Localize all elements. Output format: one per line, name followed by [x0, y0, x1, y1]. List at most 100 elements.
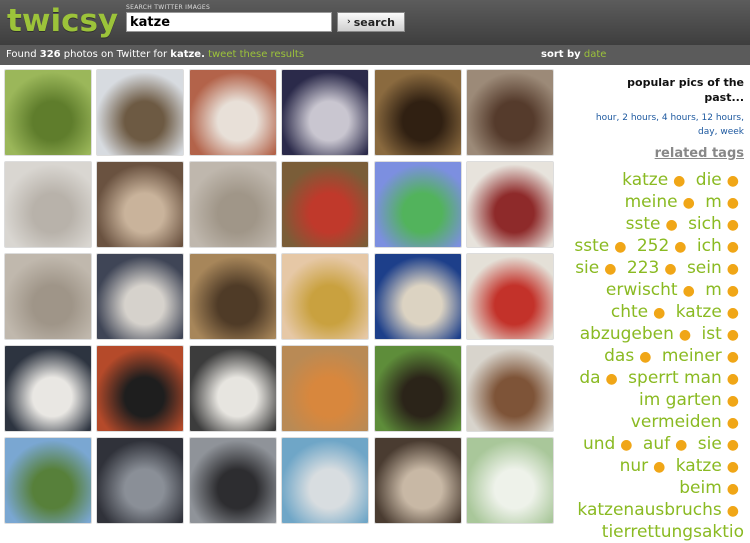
related-tag[interactable]: sste	[626, 214, 661, 234]
tag-separator-dot-icon: ●	[653, 459, 666, 475]
related-tag[interactable]: katze	[676, 302, 722, 322]
related-tag[interactable]: sie	[575, 258, 599, 278]
photo-thumbnail[interactable]	[373, 345, 462, 432]
popular-title: popular pics of the past...	[627, 76, 744, 104]
tag-separator-dot-icon: ●	[726, 371, 739, 387]
tag-separator-dot-icon: ●	[614, 239, 627, 255]
time-link[interactable]: day	[698, 127, 715, 137]
tag-separator-dot-icon: ●	[665, 217, 678, 233]
photo-thumbnail[interactable]	[466, 437, 554, 524]
photo-thumbnail[interactable]	[373, 253, 462, 340]
time-link[interactable]: hour	[596, 113, 617, 123]
tag-separator-dot-icon: ●	[726, 437, 739, 453]
photo-thumbnail[interactable]	[188, 253, 277, 340]
related-tag[interactable]: auf	[643, 434, 670, 454]
related-tag[interactable]: katzenausbruchs	[577, 500, 721, 520]
related-tag[interactable]: ist	[702, 324, 722, 344]
photo-thumbnail[interactable]	[4, 345, 92, 432]
related-tag[interactable]: sste	[574, 236, 609, 256]
photo-thumbnail[interactable]	[96, 437, 185, 524]
related-tag[interactable]: und	[583, 434, 615, 454]
tweet-results-link[interactable]: tweet these results	[208, 49, 304, 60]
time-links: hour, 2 hours, 4 hours, 12 hours, day, w…	[595, 113, 744, 137]
photo-thumbnail[interactable]	[4, 437, 92, 524]
related-tag[interactable]: chte	[611, 302, 648, 322]
related-tag[interactable]: nur	[620, 456, 649, 476]
related-tag[interactable]: meine	[625, 192, 678, 212]
photo-thumbnail[interactable]	[466, 161, 554, 248]
related-tag[interactable]: im garten	[639, 390, 722, 410]
related-tag[interactable]: das	[604, 346, 634, 366]
photo-thumbnail[interactable]	[281, 161, 370, 248]
photo-thumbnail[interactable]	[96, 345, 185, 432]
tag-separator-dot-icon: ●	[682, 283, 695, 299]
photo-thumbnail[interactable]	[466, 69, 554, 156]
photo-grid	[4, 69, 556, 524]
related-tag[interactable]: meiner	[662, 346, 722, 366]
tag-separator-dot-icon: ●	[726, 503, 739, 519]
related-tag[interactable]: abzugeben	[580, 324, 674, 344]
photo-thumbnail[interactable]	[188, 161, 277, 248]
related-tag[interactable]: tierrettungsaktio	[602, 522, 744, 542]
tag-separator-dot-icon: ●	[604, 261, 617, 277]
related-tag[interactable]: sein	[687, 258, 722, 278]
header: twicsy SEARCH TWITTER IMAGES › search	[0, 0, 750, 45]
photo-thumbnail[interactable]	[4, 253, 92, 340]
related-tag[interactable]: sich	[688, 214, 722, 234]
tag-separator-dot-icon: ●	[726, 173, 739, 189]
photo-thumbnail[interactable]	[4, 161, 92, 248]
related-tag[interactable]: m	[705, 192, 722, 212]
tag-separator-dot-icon: ●	[653, 305, 666, 321]
photo-thumbnail[interactable]	[373, 437, 462, 524]
found-count: 326	[39, 49, 61, 60]
photo-thumbnail[interactable]	[4, 69, 92, 156]
tag-separator-dot-icon: ●	[605, 371, 618, 387]
tag-separator-dot-icon: ●	[726, 481, 739, 497]
photo-thumbnail[interactable]	[373, 69, 462, 156]
related-tag[interactable]: m	[705, 280, 722, 300]
photo-thumbnail[interactable]	[466, 253, 554, 340]
photo-thumbnail[interactable]	[281, 345, 370, 432]
time-link[interactable]: 2 hours	[622, 113, 656, 123]
related-tag[interactable]: katze	[676, 456, 722, 476]
related-tag[interactable]: erwischt	[606, 280, 678, 300]
search-input[interactable]	[126, 12, 332, 32]
tag-separator-dot-icon: ●	[726, 195, 739, 211]
time-link[interactable]: 12 hours	[702, 113, 742, 123]
photo-thumbnail[interactable]	[96, 253, 185, 340]
photo-thumbnail[interactable]	[96, 69, 185, 156]
photo-thumbnail[interactable]	[281, 253, 370, 340]
related-tag[interactable]: vermeiden	[631, 412, 722, 432]
tag-separator-dot-icon: ●	[726, 327, 739, 343]
photo-thumbnail[interactable]	[466, 345, 554, 432]
photo-thumbnail[interactable]	[188, 69, 277, 156]
time-link[interactable]: week	[720, 127, 744, 137]
photo-thumbnail[interactable]	[281, 69, 370, 156]
tag-separator-dot-icon: ●	[675, 437, 688, 453]
found-query: katze.	[170, 49, 205, 60]
photo-thumbnail[interactable]	[188, 345, 277, 432]
sort-by-date-link[interactable]: date	[584, 49, 607, 60]
photo-thumbnail[interactable]	[188, 437, 277, 524]
photo-thumbnail[interactable]	[281, 437, 370, 524]
related-tag[interactable]: ich	[697, 236, 722, 256]
tag-separator-dot-icon: ●	[664, 261, 677, 277]
search-button[interactable]: › search	[337, 12, 405, 32]
tag-separator-dot-icon: ●	[726, 305, 739, 321]
time-link[interactable]: 4 hours	[662, 113, 696, 123]
arrow-right-icon: ›	[347, 17, 351, 27]
logo[interactable]: twicsy	[7, 3, 118, 39]
related-tag[interactable]: sperrt man	[628, 368, 722, 388]
found-middle: photos on Twitter for	[63, 49, 168, 60]
photo-thumbnail[interactable]	[373, 161, 462, 248]
related-tag[interactable]: sie	[698, 434, 722, 454]
results-summary: Found 326 photos on Twitter for katze. t…	[6, 49, 304, 60]
related-tag[interactable]: 223	[627, 258, 659, 278]
related-tag[interactable]: da	[579, 368, 600, 388]
related-tags-title[interactable]: related tags	[655, 146, 744, 161]
related-tag[interactable]: beim	[679, 478, 722, 498]
related-tag[interactable]: katze	[622, 170, 668, 190]
related-tag[interactable]: 252	[637, 236, 669, 256]
photo-thumbnail[interactable]	[96, 161, 185, 248]
related-tag[interactable]: die	[696, 170, 722, 190]
